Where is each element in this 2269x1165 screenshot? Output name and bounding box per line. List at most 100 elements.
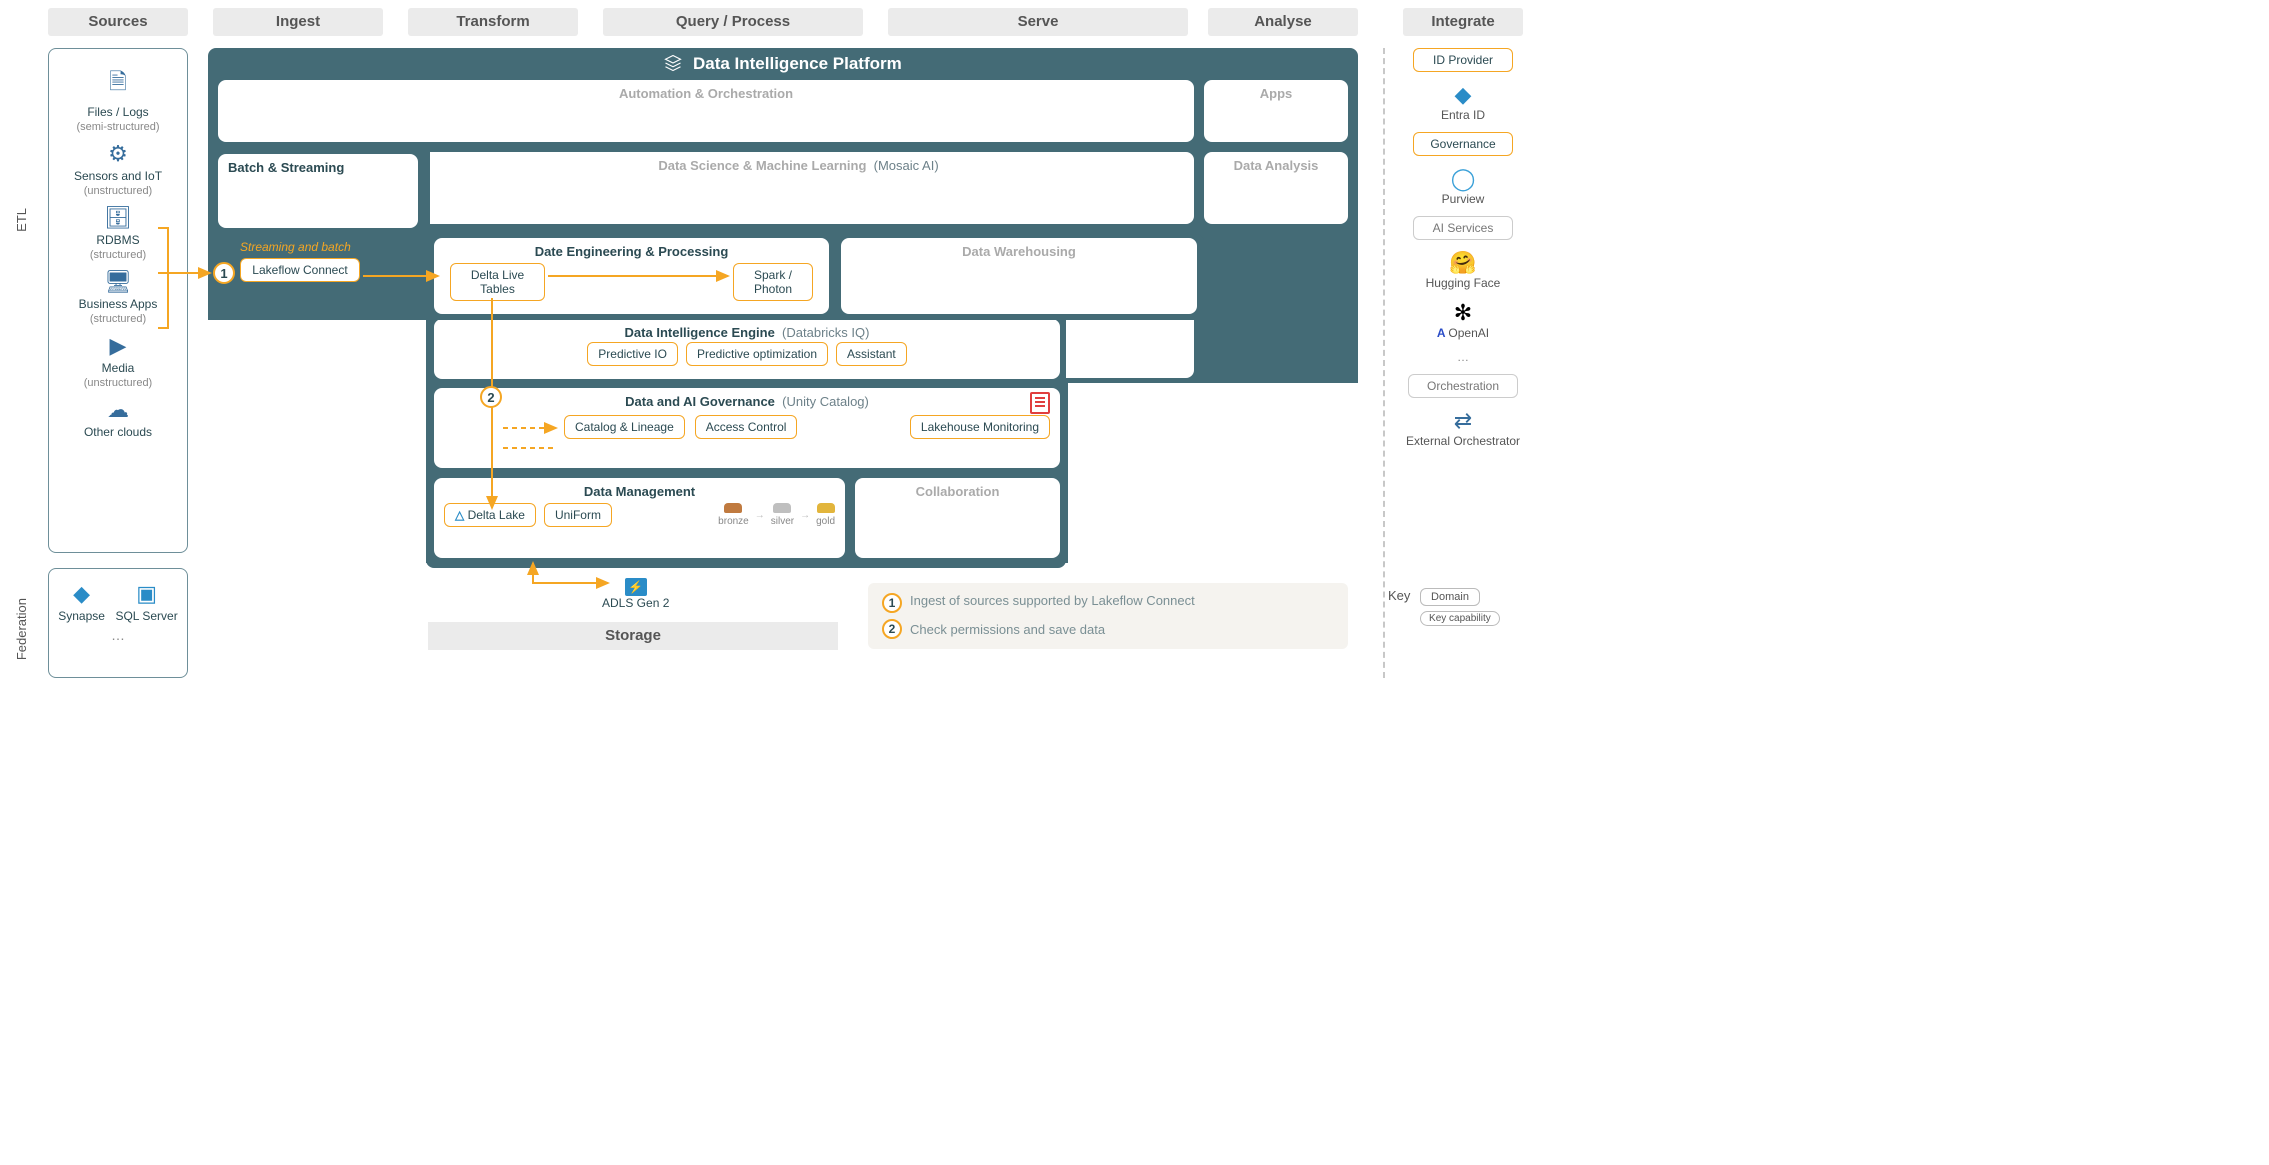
panel-die2-title: Data Intelligence Engine (Databricks IQ) <box>444 325 1050 340</box>
panel-analysis: Data Analysis <box>1204 152 1348 224</box>
medallion2: bronze → silver → gold <box>718 503 835 527</box>
entra-icon: ◆ <box>1403 82 1523 108</box>
silver-icon <box>773 503 791 513</box>
chip-orchestration: Orchestration <box>1408 374 1518 398</box>
fed-sqlserver-label: SQL Server <box>115 609 177 623</box>
src-clouds-label: Other clouds <box>84 425 152 439</box>
purview-icon: ◯ <box>1403 166 1523 192</box>
chip-assistant2: Assistant <box>836 342 907 366</box>
panel-gov2: Data and AI Governance (Unity Catalog) C… <box>434 388 1060 468</box>
src-iot-label: Sensors and IoT <box>74 169 162 183</box>
chip-delta2-label: Delta Lake <box>468 508 525 522</box>
chip-popt2: Predictive optimization <box>686 342 828 366</box>
col-transform: Transform <box>408 8 578 36</box>
panel-dep2: Date Engineering & Processing Delta Live… <box>434 238 829 314</box>
sqlserver-icon: ▣ <box>115 581 177 607</box>
fed-sqlserver: ▣ SQL Server <box>115 581 177 623</box>
src-files: 🗎 Files / Logs (semi-structured) <box>53 65 183 133</box>
panel-collab2-title: Collaboration <box>865 484 1050 499</box>
int-entra-label: Entra ID <box>1441 108 1485 122</box>
panel-dm2: Data Management △ Delta Lake UniForm bro… <box>434 478 845 558</box>
src-clouds: ☁ Other clouds <box>53 397 183 439</box>
panel-dsml: Data Science & Machine Learning (Mosaic … <box>403 152 1194 224</box>
chip-spark2: Spark / Photon <box>733 263 813 301</box>
chip-governance: Governance <box>1413 132 1513 156</box>
iot-icon: ⚙ <box>53 141 183 167</box>
synapse-icon: ◆ <box>58 581 105 607</box>
platform-lower: Data and AI Governance (Unity Catalog) C… <box>426 378 1066 568</box>
legend-key: Key <box>1388 588 1410 603</box>
doc-icon2 <box>1030 392 1050 414</box>
panel-analysis-title: Data Analysis <box>1214 158 1338 173</box>
col-integrate: Integrate <box>1403 8 1523 36</box>
panel-automation-title: Automation & Orchestration <box>228 86 1184 101</box>
cloud-icon: ☁ <box>53 397 183 423</box>
chip-ai-services: AI Services <box>1413 216 1513 240</box>
openai-icon: ✻ <box>1403 300 1523 326</box>
silver-label2: silver <box>771 516 794 527</box>
chip-lakeflow2: Lakeflow Connect <box>240 258 360 282</box>
col-analyse: Analyse <box>1208 8 1358 36</box>
legend: Key Domain Key capability <box>1388 588 1528 626</box>
chip-pio2: Predictive IO <box>587 342 678 366</box>
stack-icon <box>664 54 687 73</box>
platform-left-bg: Batch & Streaming Streaming and batch La… <box>208 152 430 320</box>
chip-delta2: △ Delta Lake <box>444 503 536 527</box>
fed-more: … <box>53 627 183 643</box>
src-files-sub: (semi-structured) <box>76 121 159 133</box>
platform-title-text: Data Intelligence Platform <box>693 54 902 73</box>
key-2-num: 2 <box>882 619 902 639</box>
int-ext-orch-label: External Orchestrator <box>1406 434 1520 448</box>
adls-icon: ⚡ <box>625 578 647 596</box>
delta-icon2: △ <box>455 508 464 522</box>
arrow-icon: → <box>755 510 765 521</box>
key-2-text: Check permissions and save data <box>910 622 1105 637</box>
panel-collab2: Collaboration <box>855 478 1060 558</box>
panel-dsml-title: Data Science & Machine Learning (Mosaic … <box>413 158 1184 173</box>
int-openai: ✻ A OpenAI <box>1403 300 1523 340</box>
fed-synapse: ◆ Synapse <box>58 581 105 623</box>
int-hf-label: Hugging Face <box>1426 276 1501 290</box>
key-1-num: 1 <box>882 593 902 613</box>
integrate-col: ID Provider ◆ Entra ID Governance ◯ Purv… <box>1403 48 1523 458</box>
panel-batch2: Batch & Streaming <box>218 154 418 228</box>
platform-title: Data Intelligence Platform <box>208 48 1358 78</box>
panel-dep2-title: Date Engineering & Processing <box>444 244 819 259</box>
fed-synapse-label: Synapse <box>58 609 105 623</box>
federation-box: ◆ Synapse ▣ SQL Server … <box>48 568 188 678</box>
panel-die2-text: Data Intelligence Engine <box>625 325 775 340</box>
int-openai-label: OpenAI <box>1448 326 1489 340</box>
src-apps-sub: (structured) <box>90 313 146 325</box>
chip-id-provider: ID Provider <box>1413 48 1513 72</box>
panel-apps-title: Apps <box>1214 86 1338 101</box>
panel-dsml-text: Data Science & Machine Learning <box>658 158 866 173</box>
panel-gov2-paren: (Unity Catalog) <box>782 394 869 409</box>
panel-gov2-title: Data and AI Governance (Unity Catalog) <box>444 394 1050 409</box>
panel-batch2-title: Batch & Streaming <box>228 160 408 175</box>
step-2-badge: 2 <box>480 386 502 408</box>
src-iot-sub: (unstructured) <box>84 185 152 197</box>
panel-die2-paren: (Databricks IQ) <box>782 325 869 340</box>
src-iot: ⚙ Sensors and IoT (unstructured) <box>53 141 183 197</box>
sources-box: 🗎 Files / Logs (semi-structured) ⚙ Senso… <box>48 48 188 553</box>
platform-die-bg: Data Intelligence Engine (Databricks IQ)… <box>426 313 1066 385</box>
src-apps: 🖥 Business Apps (structured) <box>53 269 183 325</box>
key-1-text: Ingest of sources supported by Lakeflow … <box>910 593 1195 608</box>
panel-die2: Data Intelligence Engine (Databricks IQ)… <box>434 319 1060 379</box>
int-purview: ◯ Purview <box>1403 166 1523 206</box>
panel-dsml-paren: (Mosaic AI) <box>874 158 939 173</box>
chip-dlt2: Delta Live Tables <box>450 263 545 301</box>
legend-capability: Key capability <box>1420 611 1500 626</box>
key-box: 1 Ingest of sources supported by Lakeflo… <box>868 583 1348 649</box>
src-rdbms: 🗄 RDBMS (structured) <box>53 205 183 261</box>
col-ingest: Ingest <box>213 8 383 36</box>
src-media-sub: (unstructured) <box>84 377 152 389</box>
storage-adls: ⚡ ADLS Gen 2 <box>602 578 669 610</box>
database-icon: 🗄 <box>53 205 183 231</box>
architecture-diagram: Sources Ingest Transform Query / Process… <box>8 8 1528 788</box>
src-media-label: Media <box>102 361 135 375</box>
col-serve: Serve <box>888 8 1188 36</box>
col-query: Query / Process <box>603 8 863 36</box>
rail-etl: ETL <box>14 208 29 232</box>
int-purview-label: Purview <box>1442 192 1485 206</box>
